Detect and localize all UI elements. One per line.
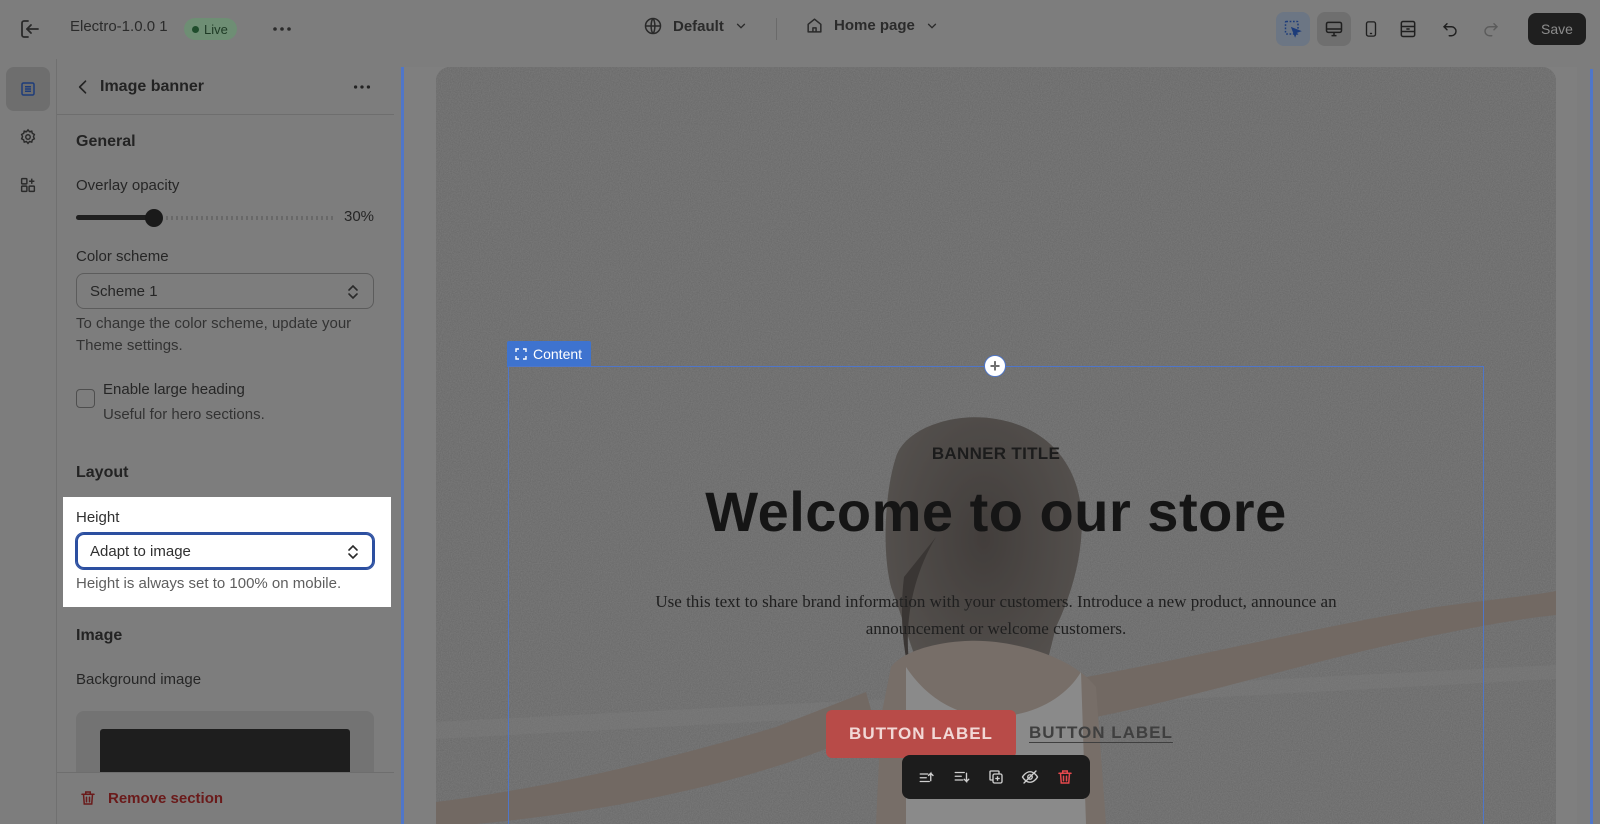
height-value: Adapt to image (90, 542, 191, 560)
color-scheme-select[interactable]: Scheme 1 (76, 273, 374, 309)
banner-text[interactable]: Use this text to share brand information… (636, 588, 1356, 642)
banner-subtitle[interactable]: BANNER TITLE (436, 444, 1556, 464)
preview-frame-edge (1590, 69, 1593, 824)
page-label: Home page (834, 17, 915, 34)
remove-section-label: Remove section (108, 789, 224, 807)
context-selector[interactable]: Default (643, 16, 748, 36)
exit-icon[interactable] (18, 17, 42, 41)
overlay-opacity-label: Overlay opacity (76, 177, 180, 194)
banner-primary-button[interactable]: BUTTON LABEL (826, 710, 1016, 758)
apps-rail-button[interactable] (6, 163, 50, 207)
remove-section-button[interactable]: Remove section (79, 789, 223, 807)
back-arrow-icon[interactable] (73, 77, 93, 97)
preview-area: Content + BANNER TITLE Welcome to our st… (394, 59, 1600, 824)
settings-rail-button[interactable] (6, 115, 50, 159)
banner-secondary-button[interactable]: BUTTON LABEL (1029, 723, 1173, 743)
color-scheme-value: Scheme 1 (90, 282, 158, 300)
add-block-icon[interactable]: + (984, 355, 1006, 377)
globe-icon (644, 17, 662, 35)
context-label: Default (673, 17, 724, 35)
page-selector[interactable]: Home page (805, 16, 939, 35)
chevron-down-icon (927, 23, 937, 29)
slider-thumb[interactable] (144, 209, 163, 227)
theme-name: Electro-1.0.0 1 (70, 18, 168, 35)
block-toolbar (902, 755, 1090, 799)
mobile-icon (1365, 21, 1377, 37)
sidebar-header: Image banner (57, 59, 394, 115)
sidebar-footer: Remove section (57, 772, 394, 824)
hide-icon[interactable] (1019, 766, 1041, 788)
select-chevron-icon (348, 544, 358, 560)
live-badge: Live (184, 18, 237, 40)
section-more-icon[interactable] (351, 76, 373, 98)
live-badge-label: Live (204, 21, 228, 37)
content-tag-label: Content (533, 346, 583, 362)
image-heading: Image (76, 627, 123, 644)
sidebar-title: Image banner (100, 78, 205, 95)
sections-icon (21, 82, 35, 96)
divider (776, 18, 777, 40)
mobile-view-button[interactable] (1354, 12, 1388, 46)
layout-heading: Layout (76, 464, 129, 481)
apps-icon (20, 177, 36, 193)
theme-settings-link[interactable]: Theme settings. (76, 337, 183, 354)
select-cursor-icon (1284, 20, 1302, 38)
background-image-label: Background image (76, 671, 202, 688)
undo-button[interactable] (1433, 12, 1467, 46)
large-heading-help: Useful for hero sections. (103, 406, 265, 423)
chevron-down-icon (736, 23, 745, 29)
color-scheme-label: Color scheme (76, 248, 169, 265)
theme-more-icon[interactable] (270, 17, 294, 41)
delete-icon[interactable] (1054, 766, 1076, 788)
fullwidth-icon (1400, 20, 1416, 38)
inspector-button[interactable] (1276, 12, 1310, 46)
duplicate-icon[interactable] (985, 766, 1007, 788)
move-up-icon[interactable] (916, 766, 938, 788)
expand-frame-icon (515, 348, 527, 360)
general-heading: General (76, 133, 136, 150)
large-heading-label: Enable large heading (103, 381, 245, 398)
gear-icon (20, 128, 36, 145)
home-icon (807, 18, 822, 33)
height-help: Height is always set to 100% on mobile. (76, 575, 342, 592)
redo-icon (1484, 23, 1498, 37)
desktop-icon (1325, 21, 1343, 37)
save-button[interactable]: Save (1528, 13, 1586, 45)
redo-button[interactable] (1474, 12, 1508, 46)
banner-heading[interactable]: Welcome to our store (436, 479, 1556, 544)
preview-frame: Content + BANNER TITLE Welcome to our st… (401, 67, 1577, 824)
left-rail (0, 59, 57, 824)
desktop-view-button[interactable] (1317, 12, 1351, 46)
live-dot-icon (192, 25, 199, 33)
fullwidth-view-button[interactable] (1391, 12, 1425, 46)
color-scheme-help: To change the color scheme, update your … (76, 313, 351, 357)
select-chevron-icon (348, 284, 358, 300)
trash-icon (81, 791, 95, 805)
sections-rail-button[interactable] (6, 67, 50, 111)
large-heading-checkbox[interactable] (76, 389, 95, 408)
content-block-tag[interactable]: Content (507, 341, 592, 367)
color-scheme-help-line1: To change the color scheme, update your (76, 315, 352, 332)
overlay-opacity-slider[interactable] (76, 209, 335, 227)
settings-sidebar: Image banner General Overlay opacity 30%… (57, 59, 394, 824)
top-bar: Electro-1.0.0 1 Live Default Home page S… (0, 0, 1600, 59)
image-banner-section[interactable]: Content + BANNER TITLE Welcome to our st… (436, 67, 1556, 824)
height-setting-card: Height Adapt to image Height is always s… (63, 497, 391, 607)
height-label: Height (76, 509, 120, 526)
height-select[interactable]: Adapt to image (76, 533, 374, 569)
slider-fill (76, 215, 154, 220)
move-down-icon[interactable] (951, 766, 973, 788)
overlay-opacity-value: 30% (344, 208, 375, 225)
undo-icon (1443, 23, 1457, 37)
